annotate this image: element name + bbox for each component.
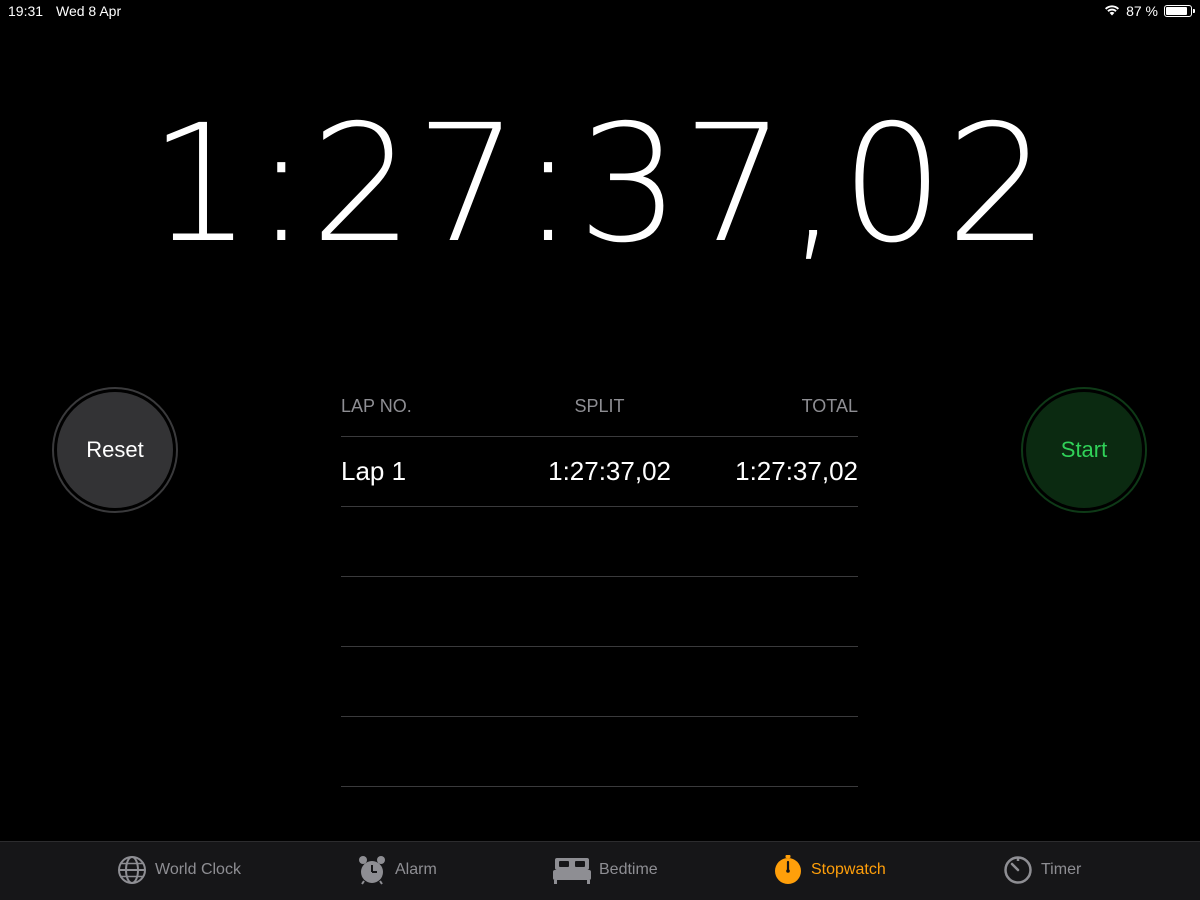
tab-alarm[interactable]: Alarm bbox=[357, 855, 437, 885]
lap-row-empty bbox=[341, 717, 858, 787]
alarm-clock-icon bbox=[357, 855, 387, 885]
tab-label: Alarm bbox=[395, 861, 437, 878]
battery-icon bbox=[1164, 5, 1195, 17]
battery-percent: 87 % bbox=[1126, 3, 1158, 19]
lap-table-header: LAP NO. SPLIT TOTAL bbox=[341, 396, 858, 437]
status-time: 19:31 bbox=[8, 3, 44, 19]
start-button-label: Start bbox=[1026, 392, 1142, 508]
lap-table: LAP NO. SPLIT TOTAL Lap 1 1:27:37,02 1:2… bbox=[341, 396, 858, 787]
lap-row-empty bbox=[341, 507, 858, 577]
status-bar: 19:31 Wed 8 Apr 87 % bbox=[0, 0, 1200, 24]
tab-label: Timer bbox=[1041, 861, 1082, 878]
lap-split: 1:27:37,02 bbox=[548, 456, 671, 486]
lap-number: Lap 1 bbox=[341, 456, 407, 486]
status-indicators: 87 % bbox=[1104, 3, 1195, 19]
tab-timer[interactable]: Timer bbox=[1003, 855, 1081, 885]
tab-stopwatch[interactable]: Stopwatch bbox=[773, 855, 886, 885]
tab-world-clock[interactable]: World Clock bbox=[117, 855, 241, 885]
lap-total: 1:27:37,02 bbox=[735, 456, 858, 486]
header-total: TOTAL bbox=[801, 396, 858, 416]
status-date: Wed 8 Apr bbox=[56, 3, 122, 19]
stopwatch-display: 1:27:37,02 bbox=[148, 91, 1052, 279]
tab-label: Bedtime bbox=[599, 861, 658, 878]
tab-bedtime[interactable]: Bedtime bbox=[553, 855, 658, 885]
battery-level bbox=[1166, 7, 1187, 15]
tab-bar: World Clock Alarm Bedtime Stopwatch Time… bbox=[0, 841, 1200, 900]
tab-label: Stopwatch bbox=[811, 861, 886, 878]
lap-row-empty bbox=[341, 647, 858, 717]
tab-label: World Clock bbox=[155, 861, 241, 878]
reset-button[interactable]: Reset bbox=[52, 387, 178, 513]
header-split: SPLIT bbox=[574, 396, 625, 416]
stopwatch-icon bbox=[773, 855, 803, 885]
bed-icon bbox=[553, 855, 591, 885]
header-lap-no: LAP NO. bbox=[341, 396, 412, 416]
start-button[interactable]: Start bbox=[1021, 387, 1147, 513]
wifi-icon bbox=[1104, 3, 1120, 19]
reset-button-label: Reset bbox=[57, 392, 173, 508]
lap-row-empty bbox=[341, 577, 858, 647]
timer-icon bbox=[1003, 855, 1033, 885]
globe-icon bbox=[117, 855, 147, 885]
lap-row: Lap 1 1:27:37,02 1:27:37,02 bbox=[341, 437, 858, 507]
